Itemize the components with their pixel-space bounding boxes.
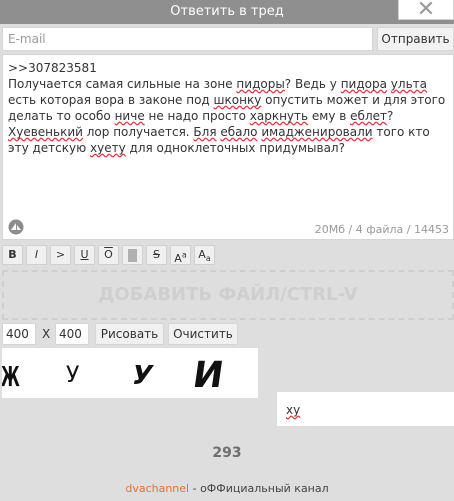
spoiler-icon xyxy=(128,248,137,262)
footer: dvachannel - оФФициальный канал xyxy=(0,482,454,495)
dialog-titlebar[interactable]: Ответить в тред xyxy=(0,0,454,24)
close-icon: ✕ xyxy=(416,0,436,22)
close-button[interactable]: ✕ xyxy=(398,0,454,22)
captcha-glyphs: Ж У У И xyxy=(1,353,226,396)
sage-icon[interactable] xyxy=(8,219,24,235)
quote-button[interactable]: > xyxy=(50,245,71,265)
superscript-button[interactable]: Aa xyxy=(170,245,191,265)
bold-button[interactable]: B xyxy=(2,245,23,265)
footer-channel-link[interactable]: dvachannel xyxy=(125,482,189,495)
clear-button[interactable]: Очистить xyxy=(168,323,238,345)
subscript-label: Aa xyxy=(198,248,211,264)
underline-button[interactable]: U xyxy=(74,245,95,265)
captcha-glyph: И xyxy=(190,353,226,396)
italic-button[interactable]: I xyxy=(26,245,47,265)
file-counter: 20Мб / 4 файла / 14453 xyxy=(314,223,449,236)
email-placeholder: E-mail xyxy=(8,32,46,46)
email-field[interactable]: E-mail xyxy=(2,27,373,51)
canvas-width-input[interactable]: 400 xyxy=(2,323,36,345)
message-textarea[interactable]: >>307823581 Получается самая сильные на … xyxy=(2,54,454,240)
spoiler-button[interactable] xyxy=(122,245,143,265)
page-number: 293 xyxy=(212,445,242,461)
file-dropzone[interactable]: ДОБАВИТЬ ФАЙЛ/CTRL-V xyxy=(2,270,454,320)
superscript-label: Aa xyxy=(174,250,187,265)
captcha-glyph: У xyxy=(66,363,80,388)
size-separator: X xyxy=(42,327,51,341)
dialog-title: Ответить в тред xyxy=(170,4,284,19)
subscript-button[interactable]: Aa xyxy=(194,245,215,265)
draw-button[interactable]: Рисовать xyxy=(95,323,164,345)
send-button[interactable]: Отправить xyxy=(377,27,454,51)
message-text: >>307823581 Получается самая сильные на … xyxy=(8,61,450,155)
captcha-input-value: ху xyxy=(286,403,301,417)
canvas-height-input[interactable]: 400 xyxy=(55,323,89,345)
captcha-glyph: Ж xyxy=(2,361,20,393)
captcha-glyph: У xyxy=(128,360,156,391)
footer-suffix: - оФФициальный канал xyxy=(189,482,329,495)
strike-button[interactable]: S xyxy=(146,245,167,265)
overline-button[interactable]: O xyxy=(98,245,119,265)
captcha-image: Ж У У И xyxy=(1,348,258,398)
captcha-input[interactable]: ху xyxy=(277,392,454,426)
